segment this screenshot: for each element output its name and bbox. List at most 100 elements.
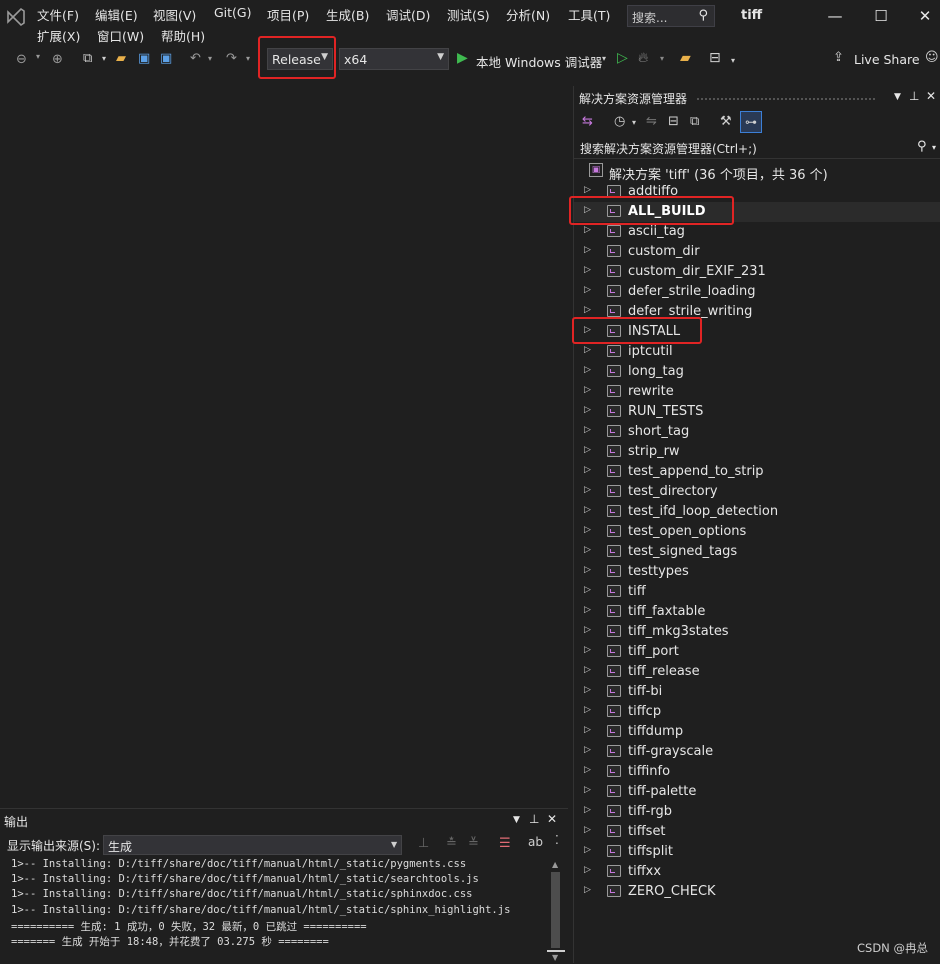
word-wrap-icon[interactable]: ab bbox=[528, 835, 543, 849]
expand-arrow-icon[interactable]: ▷ bbox=[584, 365, 591, 375]
menu-view[interactable]: 视图(V) bbox=[153, 5, 196, 24]
expand-arrow-icon[interactable]: ▷ bbox=[584, 885, 591, 895]
find-message-icon[interactable]: ⊥ bbox=[418, 836, 429, 851]
redo-icon[interactable]: ↷ bbox=[226, 51, 237, 66]
expand-arrow-icon[interactable]: ▷ bbox=[584, 465, 591, 475]
project-item[interactable]: ▷ long_tag bbox=[574, 362, 940, 382]
output-scrollbar[interactable]: ▲ ▼ bbox=[547, 858, 565, 964]
properties-icon[interactable]: ⚒ bbox=[720, 114, 732, 129]
menu-window[interactable]: 窗口(W) bbox=[97, 26, 144, 45]
clear-all-icon[interactable]: ☰ bbox=[499, 836, 511, 851]
output-source-dropdown[interactable]: 生成 ▼ bbox=[103, 835, 402, 855]
menu-project[interactable]: 项目(P) bbox=[267, 5, 309, 24]
menu-edit[interactable]: 编辑(E) bbox=[95, 5, 138, 24]
expand-arrow-icon[interactable]: ▷ bbox=[584, 865, 591, 875]
project-item[interactable]: ▷ tiff_port bbox=[574, 642, 940, 662]
expand-arrow-icon[interactable]: ▷ bbox=[584, 645, 591, 655]
forward-icon[interactable]: ⊕ bbox=[52, 52, 63, 67]
project-item[interactable]: ▷ test_append_to_strip bbox=[574, 462, 940, 482]
close-panel-icon[interactable]: ✕ bbox=[926, 89, 936, 103]
pin-icon[interactable]: ⊥ bbox=[529, 812, 539, 826]
project-item[interactable]: ▷ custom_dir_EXIF_231 bbox=[574, 262, 940, 282]
window-layout-icon[interactable]: ⊟ bbox=[709, 50, 721, 66]
next-message-icon[interactable]: ≚ bbox=[468, 836, 479, 851]
hot-reload-dropdown-icon[interactable]: ▾ bbox=[660, 54, 664, 63]
expand-arrow-icon[interactable]: ▷ bbox=[584, 685, 591, 695]
toolbar-options-icon[interactable]: ▾ bbox=[731, 56, 735, 65]
expand-arrow-icon[interactable]: ▷ bbox=[584, 745, 591, 755]
hot-reload-icon[interactable]: 🔥︎ bbox=[638, 50, 648, 66]
expand-arrow-icon[interactable]: ▷ bbox=[584, 265, 591, 275]
redo-dropdown-icon[interactable]: ▾ bbox=[246, 54, 250, 63]
project-item[interactable]: ▷ custom_dir bbox=[574, 242, 940, 262]
expand-arrow-icon[interactable]: ▷ bbox=[584, 185, 591, 195]
expand-arrow-icon[interactable]: ▷ bbox=[584, 285, 591, 295]
expand-arrow-icon[interactable]: ▷ bbox=[584, 305, 591, 315]
output-text[interactable]: 1>-- Installing: D:/tiff/share/doc/tiff/… bbox=[0, 858, 546, 964]
solution-root[interactable]: ▣ 解决方案 'tiff' (36 个项目，共 36 个) bbox=[574, 162, 940, 183]
show-all-files-icon[interactable]: ⧉ bbox=[690, 114, 699, 129]
sync-active-icon[interactable]: ⇋ bbox=[646, 114, 657, 129]
expand-arrow-icon[interactable]: ▷ bbox=[584, 565, 591, 575]
scroll-up-icon[interactable]: ▲ bbox=[552, 860, 558, 869]
minimize-icon[interactable]: — bbox=[820, 4, 850, 28]
project-item[interactable]: ▷ test_ifd_loop_detection bbox=[574, 502, 940, 522]
project-item[interactable]: ▷ tiffinfo bbox=[574, 762, 940, 782]
live-share-icon[interactable]: ⇪ bbox=[833, 50, 844, 65]
expand-arrow-icon[interactable]: ▷ bbox=[584, 525, 591, 535]
open-file-location-icon[interactable]: ▰ bbox=[680, 50, 691, 66]
window-position-icon[interactable]: ▼ bbox=[513, 815, 520, 825]
menu-analyze[interactable]: 分析(N) bbox=[506, 5, 550, 24]
expand-arrow-icon[interactable]: ▷ bbox=[584, 225, 591, 235]
expand-arrow-icon[interactable]: ▷ bbox=[584, 385, 591, 395]
menu-extensions[interactable]: 扩展(X) bbox=[37, 26, 80, 45]
project-item[interactable]: ▷ tiff_faxtable bbox=[574, 602, 940, 622]
collapse-all-icon[interactable]: ⊟ bbox=[668, 114, 679, 129]
open-folder-icon[interactable]: ▰ bbox=[116, 51, 126, 66]
scroll-thumb[interactable] bbox=[551, 872, 560, 948]
expand-arrow-icon[interactable]: ▷ bbox=[584, 725, 591, 735]
new-project-icon[interactable]: ⧉ bbox=[83, 51, 92, 66]
project-item[interactable]: ▷ tiff-grayscale bbox=[574, 742, 940, 762]
close-panel-icon[interactable]: ✕ bbox=[547, 812, 557, 826]
project-item[interactable]: ▷ defer_strile_loading bbox=[574, 282, 940, 302]
project-item[interactable]: ▷ strip_rw bbox=[574, 442, 940, 462]
project-item[interactable]: ▷ tiff_release bbox=[574, 662, 940, 682]
pending-changes-icon[interactable]: ◷ bbox=[614, 114, 625, 129]
expand-arrow-icon[interactable]: ▷ bbox=[584, 605, 591, 615]
undo-icon[interactable]: ↶ bbox=[190, 51, 201, 66]
project-item[interactable]: ▷ test_open_options bbox=[574, 522, 940, 542]
preview-selected-icon[interactable]: ⊶ bbox=[740, 111, 762, 133]
back-icon[interactable]: ⊖ bbox=[16, 52, 27, 67]
expand-arrow-icon[interactable]: ▷ bbox=[584, 845, 591, 855]
expand-arrow-icon[interactable]: ▷ bbox=[584, 785, 591, 795]
menu-build[interactable]: 生成(B) bbox=[326, 5, 369, 24]
expand-arrow-icon[interactable]: ▷ bbox=[584, 665, 591, 675]
start-debug-icon[interactable]: ▶ bbox=[457, 50, 468, 66]
menu-file[interactable]: 文件(F) bbox=[37, 5, 79, 24]
project-item[interactable]: ▷ tiffdump bbox=[574, 722, 940, 742]
platform-dropdown[interactable]: x64 ▼ bbox=[339, 48, 449, 70]
scroll-down-icon[interactable]: ▼ bbox=[552, 953, 558, 962]
project-item[interactable]: ▷ ascii_tag bbox=[574, 222, 940, 242]
expand-arrow-icon[interactable]: ▷ bbox=[584, 545, 591, 555]
project-item[interactable]: ▷ tiff bbox=[574, 582, 940, 602]
solution-explorer-search[interactable]: 搜索解决方案资源管理器(Ctrl+;) ⚲ ▾ bbox=[574, 138, 940, 159]
expand-arrow-icon[interactable]: ▷ bbox=[584, 445, 591, 455]
save-all-icon[interactable]: ▣ bbox=[160, 51, 172, 66]
project-item[interactable]: ▷ test_directory bbox=[574, 482, 940, 502]
project-item[interactable]: ▷ tiffxx bbox=[574, 862, 940, 882]
previous-message-icon[interactable]: ≛ bbox=[446, 836, 457, 851]
expand-arrow-icon[interactable]: ▷ bbox=[584, 345, 591, 355]
expand-arrow-icon[interactable]: ▷ bbox=[584, 405, 591, 415]
expand-arrow-icon[interactable]: ▷ bbox=[584, 765, 591, 775]
global-search-box[interactable]: 搜索... ⚲ bbox=[627, 5, 715, 27]
menu-tools[interactable]: 工具(T) bbox=[568, 5, 610, 24]
close-icon[interactable]: ✕ bbox=[910, 4, 940, 28]
start-without-debug-icon[interactable]: ▷ bbox=[617, 50, 628, 66]
pending-dropdown-icon[interactable]: ▾ bbox=[632, 118, 636, 127]
project-item[interactable]: ▷ rewrite bbox=[574, 382, 940, 402]
project-item[interactable]: ▷ testtypes bbox=[574, 562, 940, 582]
expand-arrow-icon[interactable]: ▷ bbox=[584, 245, 591, 255]
more-options-icon[interactable]: ⁚ bbox=[555, 833, 559, 847]
